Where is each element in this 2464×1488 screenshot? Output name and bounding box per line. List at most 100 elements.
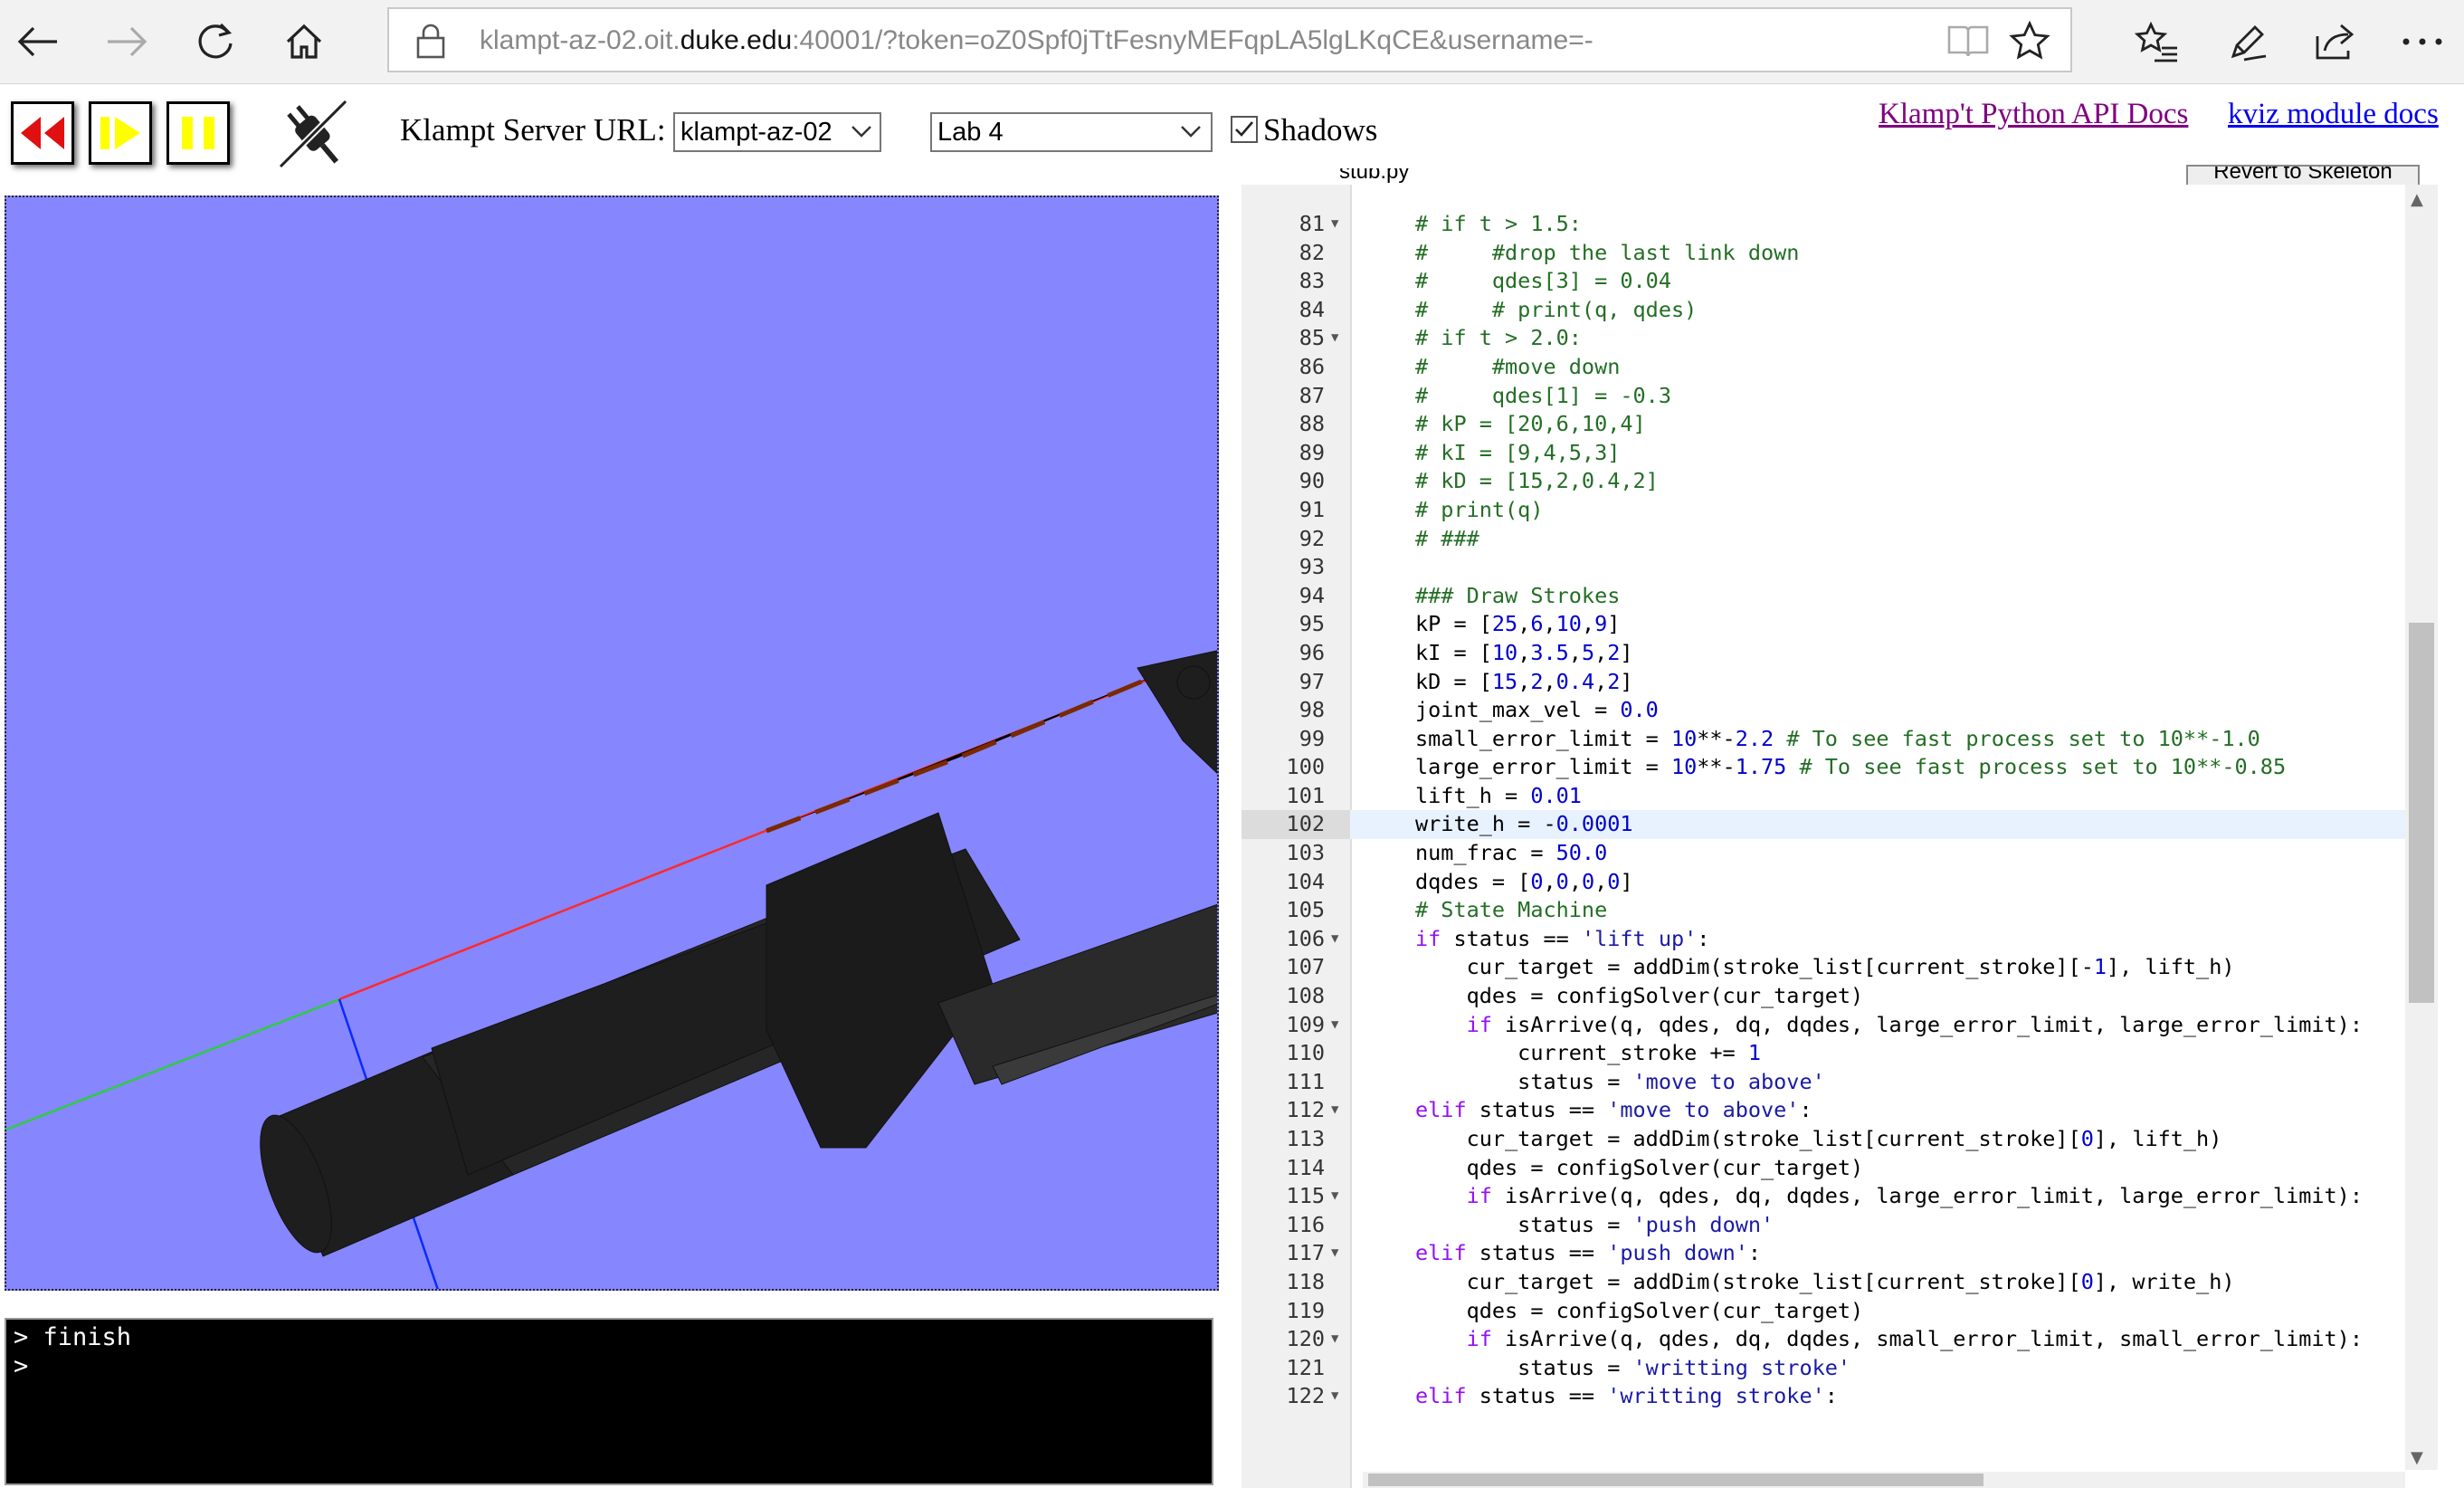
fold-arrow-icon[interactable]: ▼ <box>1331 1382 1338 1411</box>
reading-view-icon[interactable] <box>1946 22 1991 63</box>
fold-arrow-icon[interactable]: ▼ <box>1331 1011 1338 1040</box>
fold-arrow-icon[interactable]: ▼ <box>1331 324 1338 353</box>
revert-button-label: Revert to Skeleton <box>2213 165 2393 184</box>
line-number: 121 <box>1286 1354 1325 1380</box>
shadows-checkbox[interactable] <box>1231 116 1258 143</box>
code-line[interactable]: 108 qdes = configSolver(cur_target) <box>1242 982 2418 1011</box>
url-text[interactable]: klampt-az-02.oit.duke.edu:40001/?token=o… <box>480 9 1594 74</box>
code-line[interactable]: 109 ▼ if isArrive(q, qdes, dq, dqdes, lar… <box>1242 1011 2418 1040</box>
vertical-scrollbar-thumb[interactable] <box>2409 623 2434 1003</box>
pen-notes-icon[interactable] <box>2219 13 2277 71</box>
address-bar[interactable]: klampt-az-02.oit.duke.edu:40001/?token=o… <box>387 7 2072 72</box>
code-line[interactable]: 101 lift_h = 0.01 <box>1242 782 2418 811</box>
code-line[interactable]: 83 # qdes[3] = 0.04 <box>1242 267 2418 296</box>
code-line[interactable]: 89 # kI = [9,4,5,3] <box>1242 439 2418 468</box>
code-text: # kP = [20,6,10,4] <box>1415 411 1646 437</box>
code-line[interactable]: 82 # #drop the last link down <box>1242 239 2418 268</box>
back-arrow-icon[interactable] <box>9 13 67 71</box>
api-docs-link[interactable]: Klamp't Python API Docs <box>1879 98 2188 131</box>
line-number: 99 <box>1299 725 1325 751</box>
code-line[interactable]: 92 # ### <box>1242 525 2418 554</box>
code-text: cur_target = addDim(stroke_list[current_… <box>1415 1268 2235 1294</box>
code-line[interactable]: 116 status = 'push down' <box>1242 1211 2418 1240</box>
code-line[interactable]: 88 # kP = [20,6,10,4] <box>1242 410 2418 439</box>
code-line[interactable]: 111 status = 'move to above' <box>1242 1068 2418 1097</box>
connection-plug-icon[interactable] <box>273 94 353 177</box>
kviz-docs-link[interactable]: kviz module docs <box>2228 98 2439 131</box>
forward-arrow-icon[interactable] <box>98 13 156 71</box>
code-line[interactable]: 106 ▼ if status == 'lift up': <box>1242 925 2418 954</box>
pause-button[interactable] <box>166 101 230 165</box>
fold-arrow-icon[interactable]: ▼ <box>1331 1325 1338 1354</box>
code-line[interactable]: 115 ▼ if isArrive(q, qdes, dq, dqdes, lar… <box>1242 1182 2418 1211</box>
code-line[interactable]: 98 joint_max_vel = 0.0 <box>1242 696 2418 725</box>
code-text: status = 'move to above' <box>1415 1068 1825 1094</box>
line-number: 92 <box>1299 525 1325 551</box>
console-output[interactable]: > finish > <box>5 1318 1213 1485</box>
horizontal-scrollbar-thumb[interactable] <box>1368 1474 1984 1486</box>
code-text: # print(q) <box>1415 496 1544 522</box>
code-line[interactable]: 81 ▼ # if t > 1.5: <box>1242 210 2418 239</box>
code-line[interactable]: 91 # print(q) <box>1242 496 2418 525</box>
code-lines[interactable]: 81 ▼ # if t > 1.5: 82 # #drop the last link … <box>1242 210 2418 1411</box>
favorite-star-icon[interactable] <box>2009 20 2050 65</box>
code-line[interactable]: 95 kP = [25,6,10,9] <box>1242 610 2418 639</box>
code-line[interactable]: 121 status = 'writting stroke' <box>1242 1354 2418 1383</box>
fold-arrow-icon[interactable]: ▼ <box>1331 925 1338 954</box>
favorites-hub-icon[interactable] <box>2128 13 2186 71</box>
play-step-button[interactable] <box>89 101 152 165</box>
code-line[interactable]: 122 ▼ elif status == 'writting stroke': <box>1242 1382 2418 1411</box>
code-line[interactable]: 105 # State Machine <box>1242 896 2418 925</box>
code-line[interactable]: 120 ▼ if isArrive(q, qdes, dq, dqdes, sma… <box>1242 1325 2418 1354</box>
code-line[interactable]: 118 cur_target = addDim(stroke_list[curr… <box>1242 1268 2418 1297</box>
code-line[interactable]: 110 current_stroke += 1 <box>1242 1039 2418 1068</box>
lab-select[interactable]: Lab 4 <box>930 112 1213 152</box>
code-line[interactable]: 87 # qdes[1] = -0.3 <box>1242 382 2418 411</box>
code-line[interactable]: 93 <box>1242 553 2418 582</box>
code-line[interactable]: 85 ▼ # if t > 2.0: <box>1242 324 2418 353</box>
code-line[interactable]: 104 dqdes = [0,0,0,0] <box>1242 868 2418 897</box>
fold-arrow-icon[interactable]: ▼ <box>1331 1096 1338 1125</box>
server-url-dropdown[interactable]: klampt-az-02 <box>673 112 881 152</box>
code-line[interactable]: 102 write_h = -0.0001 <box>1242 810 2418 840</box>
lab-dropdown[interactable]: Lab 4 <box>930 112 1213 152</box>
code-text: kI = [10,3.5,5,2] <box>1415 639 1633 665</box>
code-text: # qdes[3] = 0.04 <box>1415 268 1671 294</box>
code-line[interactable]: 90 # kD = [15,2,0.4,2] <box>1242 467 2418 496</box>
code-line[interactable]: 107 cur_target = addDim(stroke_list[curr… <box>1242 953 2418 982</box>
code-line[interactable]: 119 qdes = configSolver(cur_target) <box>1242 1297 2418 1326</box>
rewind-button[interactable] <box>11 101 74 165</box>
code-line[interactable]: 100 large_error_limit = 10**-1.75 # To se… <box>1242 753 2418 782</box>
robot-arm <box>260 650 1217 1257</box>
more-menu-icon[interactable] <box>2393 13 2451 71</box>
code-text: elif status == 'writting stroke': <box>1415 1383 1838 1409</box>
fold-arrow-icon[interactable]: ▼ <box>1331 210 1338 239</box>
scroll-down-arrow-icon[interactable]: ▼ <box>2411 1448 2423 1467</box>
code-line[interactable]: 112 ▼ elif status == 'move to above': <box>1242 1096 2418 1125</box>
code-line[interactable]: 86 # #move down <box>1242 353 2418 382</box>
fold-arrow-icon[interactable]: ▼ <box>1331 1182 1338 1211</box>
code-line[interactable]: 97 kD = [15,2,0.4,2] <box>1242 668 2418 697</box>
server-url-select[interactable]: klampt-az-02 <box>673 112 881 152</box>
code-line[interactable]: 103 num_frac = 50.0 <box>1242 839 2418 868</box>
code-text: lift_h = 0.01 <box>1415 782 1582 808</box>
code-line[interactable]: 94 ### Draw Strokes <box>1242 582 2418 611</box>
scroll-up-arrow-icon[interactable]: ▲ <box>2411 190 2423 209</box>
code-line[interactable]: 84 # # print(q, qdes) <box>1242 296 2418 325</box>
code-line[interactable]: 114 qdes = configSolver(cur_target) <box>1242 1154 2418 1183</box>
url-suffix: :40001/?token=oZ0Spf0jTtFesnyMEFqpLA5lgL… <box>792 25 1594 55</box>
code-line[interactable]: 96 kI = [10,3.5,5,2] <box>1242 639 2418 668</box>
code-text: qdes = configSolver(cur_target) <box>1415 1154 1864 1180</box>
code-editor[interactable]: 81 ▼ # if t > 1.5: 82 # #drop the last link … <box>1242 185 2438 1488</box>
code-line[interactable]: 117 ▼ elif status == 'push down': <box>1242 1239 2418 1268</box>
refresh-icon[interactable] <box>186 13 244 71</box>
console-line: > <box>14 1352 29 1380</box>
3d-viewport[interactable] <box>5 196 1219 1291</box>
code-line[interactable]: 99 small_error_limit = 10**-2.2 # To see … <box>1242 725 2418 754</box>
share-icon[interactable] <box>2306 13 2364 71</box>
home-icon[interactable] <box>275 13 333 71</box>
fold-arrow-icon[interactable]: ▼ <box>1331 1239 1338 1268</box>
code-text: # if t > 1.5: <box>1415 211 1582 236</box>
code-text: cur_target = addDim(stroke_list[current_… <box>1415 954 2235 980</box>
code-line[interactable]: 113 cur_target = addDim(stroke_list[curr… <box>1242 1125 2418 1154</box>
